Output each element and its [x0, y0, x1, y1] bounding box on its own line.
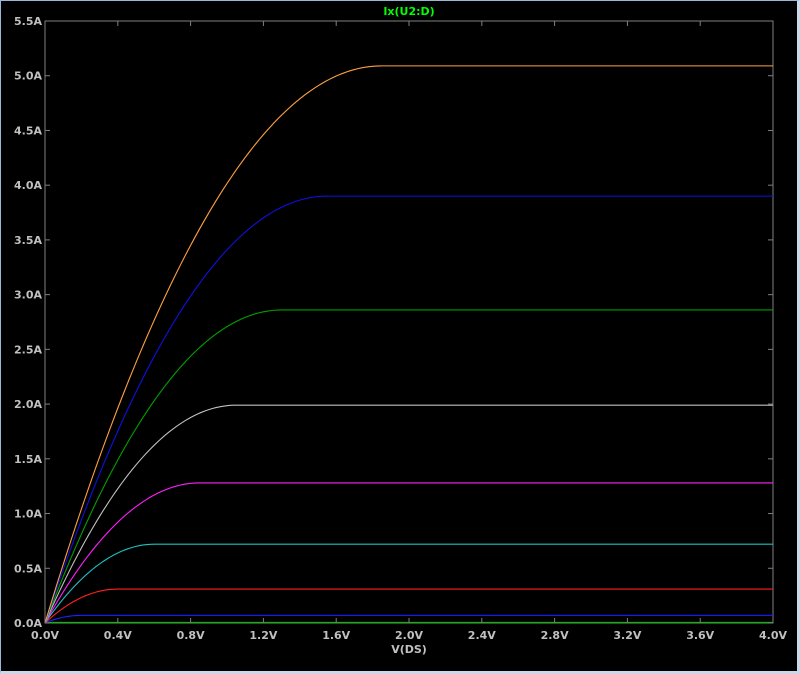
x-tick-label: 2.8V: [541, 629, 569, 642]
series-line-6: [44, 404, 773, 624]
x-axis: 0.0V 0.4V 0.8V 1.2V 1.6V 2.0V 2.4V 2.8V 3.2V 3.6V…: [31, 21, 787, 642]
y-tick-label: 2.0A: [14, 398, 42, 411]
plot-pane[interactable]: 0.0A 0.5A 1.0A 1.5A 2.0A 2.5A 3.0A 3.5A 4.0A 4.5A…: [0, 0, 800, 674]
y-tick-label: 2.5A: [14, 343, 42, 356]
y-tick-label: 1.5A: [14, 453, 42, 466]
y-tick-label: 3.0A: [14, 289, 42, 302]
series-group: [44, 65, 773, 624]
chart-title[interactable]: Ix(U2:D): [383, 5, 434, 18]
x-tick-label: 0.4V: [104, 629, 132, 642]
y-axis: 0.0A0.5A1.0A1.5A2.0A2.5A3.0A3.5A4.0A4.5A…: [14, 15, 773, 630]
y-tick-label: 4.5A: [14, 124, 42, 137]
series-line-8: [44, 195, 773, 624]
x-axis-title: V(DS): [391, 643, 427, 656]
series-line-9: [44, 65, 773, 624]
x-tick-label: 0.0V: [31, 629, 59, 642]
x-tick-label: 2.0V: [395, 629, 423, 642]
x-tick-label: 1.2V: [249, 629, 277, 642]
y-tick-label: 1.0A: [14, 508, 42, 521]
plot-area: [44, 20, 774, 624]
y-tick-label: 0.5A: [14, 562, 42, 575]
y-tick-label: 5.5A: [14, 15, 42, 28]
plot-border: [44, 20, 774, 624]
x-tick-label: 3.6V: [686, 629, 714, 642]
waveform-viewer-window: 0.0A 0.5A 1.0A 1.5A 2.0A 2.5A 3.0A 3.5A 4.0A 4.5A…: [0, 0, 800, 674]
y-tick-label: 5.0A: [14, 70, 42, 83]
x-tick-label: 3.2V: [613, 629, 641, 642]
series-line-4: [44, 543, 773, 624]
x-tick-label: 0.8V: [177, 629, 205, 642]
series-line-3: [44, 588, 773, 624]
y-tick-label: 4.0A: [14, 179, 42, 192]
iv-curve-chart: 0.0A0.5A1.0A1.5A2.0A2.5A3.0A3.5A4.0A4.5A…: [14, 5, 787, 656]
series-line-5: [44, 482, 773, 624]
x-tick-label: 1.6V: [322, 629, 350, 642]
x-tick-label: 4.0V: [759, 629, 787, 642]
y-tick-label: 3.5A: [14, 234, 42, 247]
x-tick-label: 2.4V: [468, 629, 496, 642]
